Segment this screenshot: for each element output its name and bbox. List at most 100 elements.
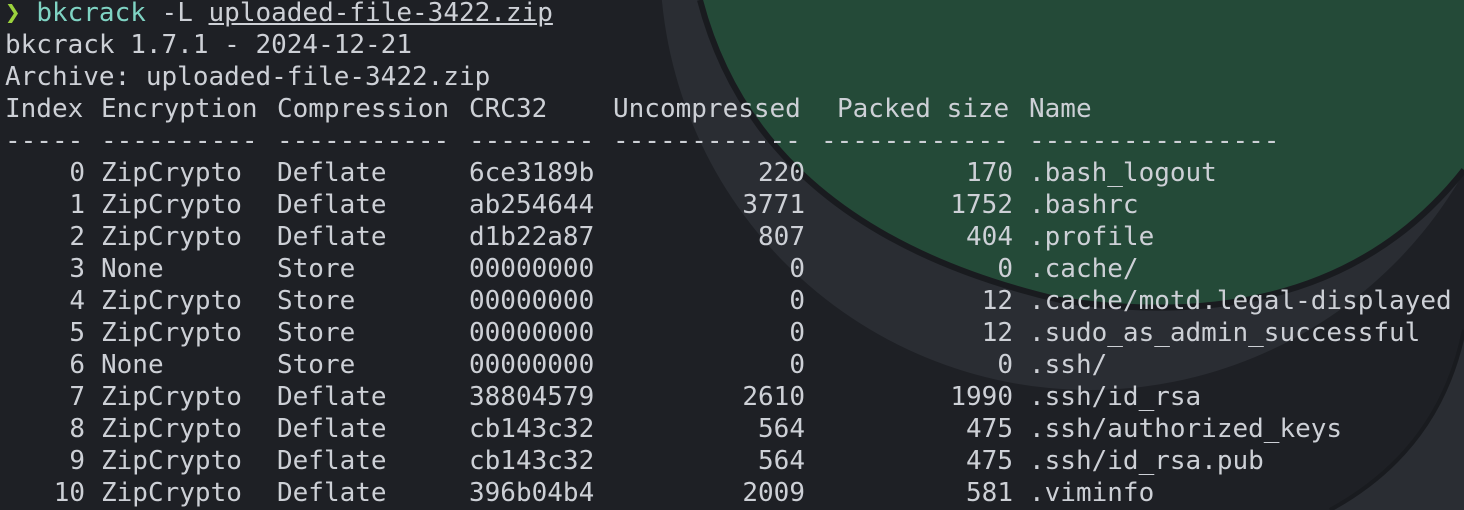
row-index: 1	[69, 190, 85, 220]
row-index: 2	[69, 222, 85, 252]
row-encryption: ZipCrypto	[101, 286, 242, 316]
row-uncompressed: 564	[758, 446, 805, 476]
row-compression: Deflate	[277, 222, 387, 252]
row-crc32: 00000000	[469, 318, 595, 348]
header-encryption: Encryption	[101, 94, 258, 124]
table-row: 3 None Store 00000000 0 0 .cache/	[5, 253, 1452, 285]
row-index: 6	[69, 350, 85, 380]
row-compression: Deflate	[277, 414, 387, 444]
table-row: 9 ZipCrypto Deflate cb143c32 564 475 .ssh/id_r…	[5, 445, 1452, 477]
header-name: Name	[1029, 94, 1092, 124]
row-packed-size: 1990	[950, 382, 1013, 412]
row-crc32: ab254644	[469, 190, 595, 220]
row-uncompressed: 0	[789, 350, 805, 380]
row-uncompressed: 564	[758, 414, 805, 444]
separator-index: -----	[5, 126, 84, 156]
row-index: 0	[69, 158, 85, 188]
table-row: 4 ZipCrypto Store 00000000 0 12 .cache/motd.le…	[5, 285, 1452, 317]
row-encryption: ZipCrypto	[101, 318, 242, 348]
header-uncompressed: Uncompressed	[613, 94, 801, 124]
row-compression: Deflate	[277, 158, 387, 188]
separator-encryption: ----------	[101, 126, 258, 156]
row-index: 9	[69, 446, 85, 476]
row-packed-size: 1752	[950, 190, 1013, 220]
row-compression: Store	[277, 286, 356, 316]
row-packed-size: 170	[966, 158, 1013, 188]
row-crc32: 38804579	[469, 382, 595, 412]
row-encryption: ZipCrypto	[101, 414, 242, 444]
archive-line: Archive: uploaded-file-3422.zip	[5, 62, 491, 92]
row-compression: Store	[277, 350, 356, 380]
row-encryption: None	[101, 254, 164, 284]
row-encryption: ZipCrypto	[101, 158, 242, 188]
header-packed-size: Packed size	[837, 94, 1010, 124]
table-row: 5 ZipCrypto Store 00000000 0 12 .sudo_as_admin…	[5, 317, 1452, 349]
table-row: 1 ZipCrypto Deflate ab254644 3771 1752 .bashrc	[5, 189, 1452, 221]
row-packed-size: 475	[966, 414, 1013, 444]
row-encryption: ZipCrypto	[101, 190, 242, 220]
table-row: 7 ZipCrypto Deflate 38804579 2610 1990 .ssh/id…	[5, 381, 1452, 413]
row-index: 4	[69, 286, 85, 316]
row-encryption: ZipCrypto	[101, 478, 242, 508]
header-compression: Compression	[277, 94, 450, 124]
row-uncompressed: 2610	[742, 382, 805, 412]
row-encryption: ZipCrypto	[101, 446, 242, 476]
row-uncompressed: 0	[789, 286, 805, 316]
row-name: .ssh/id_rsa.pub	[1029, 446, 1264, 476]
row-packed-size: 0	[997, 350, 1013, 380]
row-name: .cache/motd.legal-displayed	[1029, 286, 1452, 316]
row-compression: Deflate	[277, 446, 387, 476]
row-packed-size: 475	[966, 446, 1013, 476]
table-row: 6 None Store 00000000 0 0 .ssh/	[5, 349, 1452, 381]
row-crc32: 00000000	[469, 350, 595, 380]
row-encryption: ZipCrypto	[101, 382, 242, 412]
row-crc32: 6ce3189b	[469, 158, 595, 188]
table-row: 2 ZipCrypto Deflate d1b22a87 807 404 .profile	[5, 221, 1452, 253]
row-uncompressed: 807	[758, 222, 805, 252]
row-packed-size: 12	[981, 286, 1013, 316]
table-row: 0 ZipCrypto Deflate 6ce3189b 220 170 .bash_log…	[5, 157, 1452, 189]
row-name: .ssh/	[1029, 350, 1108, 380]
row-crc32: 00000000	[469, 254, 595, 284]
row-name: .cache/	[1029, 254, 1139, 284]
row-uncompressed: 0	[789, 254, 805, 284]
row-packed-size: 581	[966, 478, 1013, 508]
table-header-row: Index Encryption Compression CRC32 Uncompres…	[5, 93, 1452, 125]
row-name: .bash_logout	[1029, 158, 1217, 188]
command-line: ❯ bkcrack -L uploaded-file-3422.zip	[5, 0, 1452, 29]
row-compression: Store	[277, 318, 356, 348]
row-name: .bashrc	[1029, 190, 1139, 220]
command-program: bkcrack	[36, 0, 146, 28]
row-uncompressed: 3771	[742, 190, 805, 220]
terminal-window[interactable]: ❯ bkcrack -L uploaded-file-3422.zip bkcr…	[0, 0, 1464, 510]
row-index: 7	[69, 382, 85, 412]
command-file-link[interactable]: uploaded-file-3422.zip	[209, 0, 553, 28]
row-encryption: ZipCrypto	[101, 222, 242, 252]
separator-crc32: --------	[469, 126, 595, 156]
row-name: .profile	[1029, 222, 1155, 252]
row-compression: Deflate	[277, 190, 387, 220]
row-encryption: None	[101, 350, 164, 380]
row-crc32: 396b04b4	[469, 478, 595, 508]
table-row: 8 ZipCrypto Deflate cb143c32 564 475 .ssh/auth…	[5, 413, 1452, 445]
row-index: 3	[69, 254, 85, 284]
row-uncompressed: 0	[789, 318, 805, 348]
row-compression: Store	[277, 254, 356, 284]
separator-compression: -----------	[277, 126, 450, 156]
header-crc32: CRC32	[469, 94, 548, 124]
row-uncompressed: 2009	[742, 478, 805, 508]
prompt-arrow-icon: ❯	[5, 0, 21, 28]
row-packed-size: 0	[997, 254, 1013, 284]
row-index: 5	[69, 318, 85, 348]
row-index: 10	[53, 478, 85, 508]
terminal-output: ❯ bkcrack -L uploaded-file-3422.zip bkcr…	[5, 0, 1452, 509]
row-crc32: d1b22a87	[469, 222, 595, 252]
header-index: Index	[5, 94, 84, 124]
row-crc32: cb143c32	[469, 446, 595, 476]
row-packed-size: 12	[981, 318, 1013, 348]
table-row: 10 ZipCrypto Deflate 396b04b4 2009 581 .viminf…	[5, 477, 1452, 509]
command-flag: -L	[161, 0, 193, 28]
row-name: .ssh/authorized_keys	[1029, 414, 1343, 444]
row-compression: Deflate	[277, 478, 387, 508]
row-crc32: 00000000	[469, 286, 595, 316]
